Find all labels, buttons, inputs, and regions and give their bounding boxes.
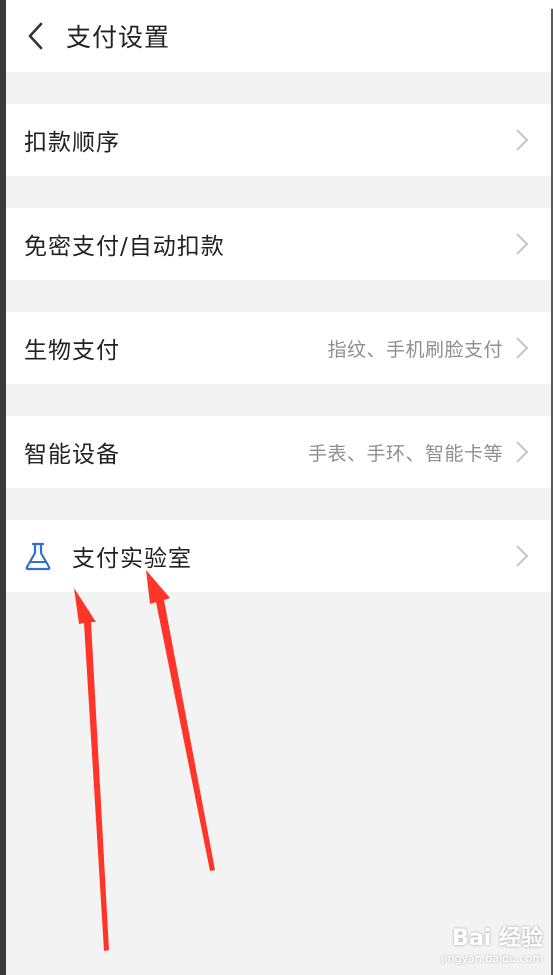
- row-label: 支付实验室: [72, 546, 192, 572]
- annotation-arrow-right: [146, 570, 215, 871]
- row-label: 免密支付/自动扣款: [24, 234, 225, 260]
- chevron-left-icon: [28, 22, 43, 50]
- row-value: 手表、手环、智能卡等: [307, 442, 503, 465]
- row-password-free-payment[interactable]: 免密支付/自动扣款: [6, 208, 551, 280]
- row-value: 指纹、手机刷脸支付: [327, 338, 503, 361]
- chevron-right-icon: [515, 128, 529, 152]
- row-label: 智能设备: [24, 442, 120, 468]
- header-bar: 支付设置: [6, 0, 551, 72]
- chevron-right-icon: [515, 544, 529, 568]
- row-label: 扣款顺序: [24, 130, 120, 156]
- watermark: Bai 经验 jingyan.baidu.com: [441, 920, 543, 965]
- page-title: 支付设置: [66, 23, 171, 52]
- watermark-main: Bai 经验: [452, 926, 543, 951]
- row-smart-devices[interactable]: 智能设备 手表、手环、智能卡等: [6, 416, 551, 488]
- chevron-right-icon: [515, 336, 529, 360]
- back-button[interactable]: [6, 0, 66, 72]
- chevron-right-icon: [515, 232, 529, 256]
- annotation-arrow-left: [74, 588, 109, 951]
- row-label: 生物支付: [24, 338, 120, 364]
- watermark-sub: jingyan.baidu.com: [441, 952, 543, 965]
- row-payment-lab[interactable]: 支付实验室: [6, 520, 551, 592]
- row-biometric-payment[interactable]: 生物支付 指纹、手机刷脸支付: [6, 312, 551, 384]
- payment-settings-screen: 支付设置 扣款顺序 免密支付/自动扣款 生物支付 指纹、手机刷脸支付 智能设备 …: [0, 0, 553, 975]
- row-deduction-order[interactable]: 扣款顺序: [6, 104, 551, 176]
- flask-icon: [24, 541, 54, 571]
- chevron-right-icon: [515, 440, 529, 464]
